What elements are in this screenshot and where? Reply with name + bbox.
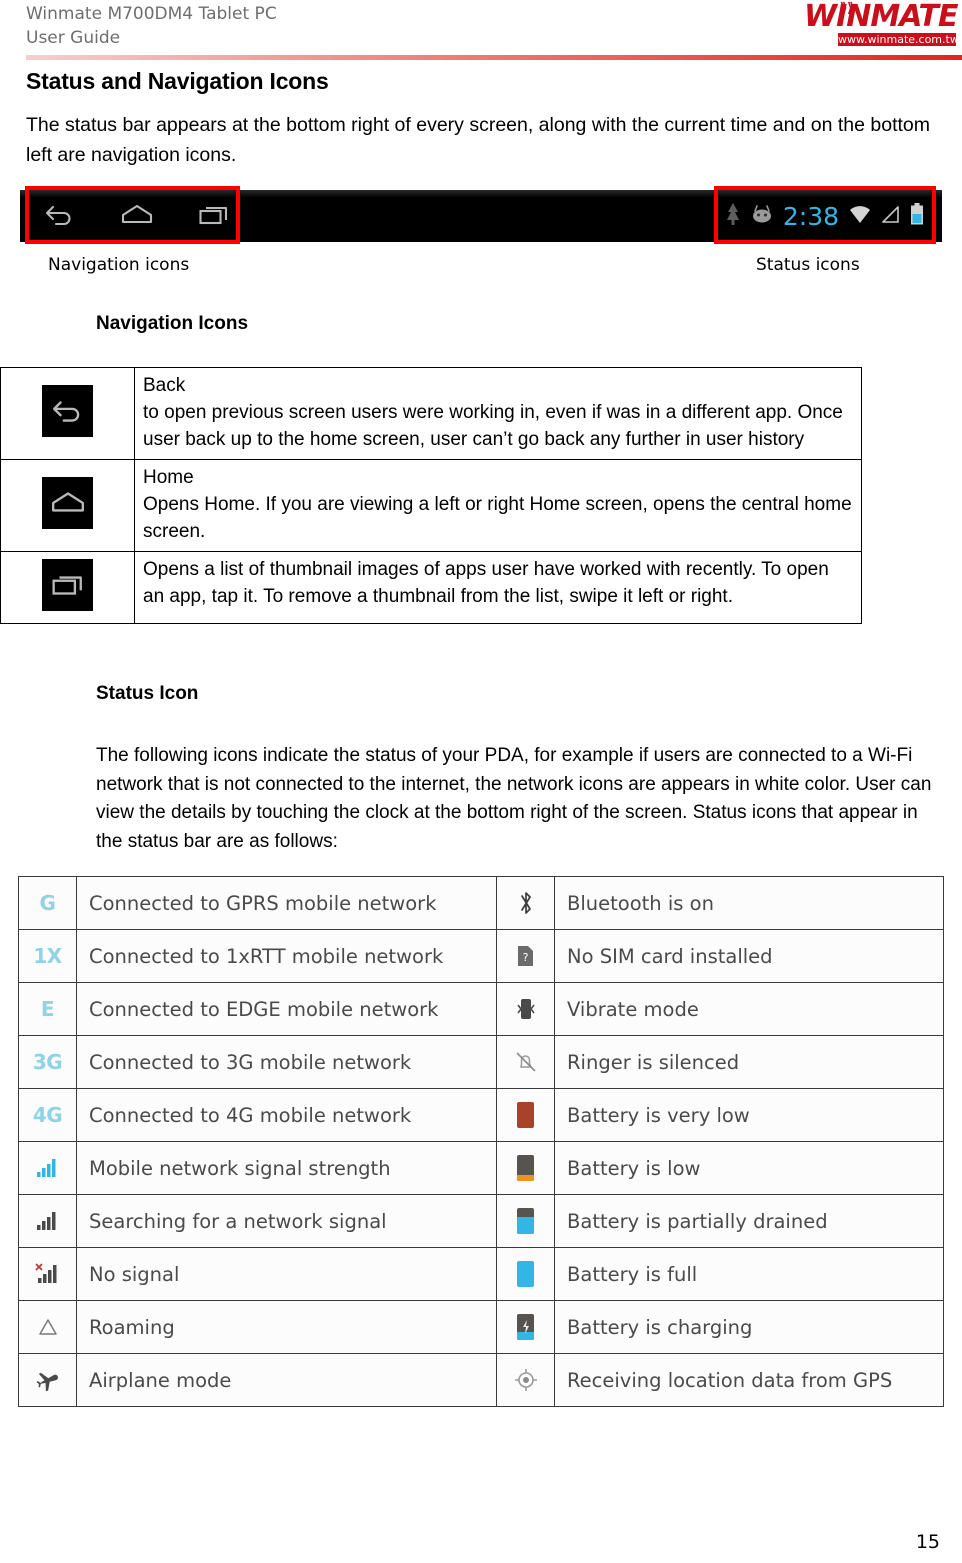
battery-partially-drained-icon xyxy=(496,1194,555,1248)
nav-row-title: Back xyxy=(143,375,186,396)
status-row-left-text: Mobile network signal strength xyxy=(76,1141,497,1195)
airplane-mode-icon xyxy=(18,1353,77,1407)
status-row-left-text: Roaming xyxy=(76,1300,497,1354)
header-divider xyxy=(26,55,962,60)
edge-network-icon-label: E xyxy=(40,997,55,1021)
status-row-right-text: Receiving location data from GPS xyxy=(554,1353,944,1407)
battery-charging-icon xyxy=(496,1300,555,1354)
nav-row-title: Home xyxy=(143,467,194,488)
roaming-icon xyxy=(18,1300,77,1354)
status-row-left-text: Searching for a network signal xyxy=(76,1194,497,1248)
status-row-left-text: Connected to GPRS mobile network xyxy=(76,876,497,930)
table-row: Back to open previous screen users were … xyxy=(0,367,862,460)
status-row-right-text: No SIM card installed xyxy=(554,929,944,983)
status-row-left-text: Connected to 3G mobile network xyxy=(76,1035,497,1089)
nav-row-desc: Opens Home. If you are viewing a left or… xyxy=(143,494,852,542)
winmate-logo: ⟫⟫ WINMATE www.winmate.com.tw xyxy=(804,0,959,54)
caption-status-icons: Status icons xyxy=(756,255,860,275)
android-status-bar-figure: 2:38 xyxy=(20,186,942,244)
nav-row-icon-cell xyxy=(0,551,135,624)
table-row: Mobile network signal strength Battery i… xyxy=(18,1141,944,1195)
no-signal-icon xyxy=(18,1247,77,1301)
table-row: Roaming Battery is charging xyxy=(18,1300,944,1354)
page-header: Winmate M700DM4 Tablet PC User Guide ⟫⟫ … xyxy=(0,0,962,60)
status-icon-heading: Status Icon xyxy=(96,683,199,704)
4g-network-icon: 4G xyxy=(18,1088,77,1142)
3g-network-icon: 3G xyxy=(18,1035,77,1089)
recents-icon xyxy=(42,559,93,611)
battery-low-icon xyxy=(496,1141,555,1195)
table-row: 4G Connected to 4G mobile network Batter… xyxy=(18,1088,944,1142)
table-row: 1X Connected to 1xRTT mobile network ? N… xyxy=(18,929,944,983)
caption-navigation-icons: Navigation icons xyxy=(48,255,190,275)
table-row: No signal Battery is full xyxy=(18,1247,944,1301)
status-row-left-text: No signal xyxy=(76,1247,497,1301)
page-title: Status and Navigation Icons xyxy=(26,68,329,94)
document-title-line1: Winmate M700DM4 Tablet PC xyxy=(26,4,277,24)
table-row: 3G Connected to 3G mobile network Ringer… xyxy=(18,1035,944,1089)
status-row-left-text: Connected to EDGE mobile network xyxy=(76,982,497,1036)
nav-row-desc: Opens a list of thumbnail images of apps… xyxy=(143,559,829,607)
table-row: G Connected to GPRS mobile network Bluet… xyxy=(18,876,944,930)
status-row-right-text: Bluetooth is on xyxy=(554,876,944,930)
4g-network-icon-label: 4G xyxy=(32,1103,63,1127)
status-row-right-text: Battery is charging xyxy=(554,1300,944,1354)
status-row-left-text: Connected to 4G mobile network xyxy=(76,1088,497,1142)
nav-row-description-cell: Back to open previous screen users were … xyxy=(134,367,862,460)
ringer-silenced-icon xyxy=(496,1035,555,1089)
table-row: Home Opens Home. If you are viewing a le… xyxy=(0,459,862,552)
status-icons-table: G Connected to GPRS mobile network Bluet… xyxy=(18,876,944,1407)
status-icon-paragraph: The following icons indicate the status … xyxy=(96,745,932,852)
nav-row-icon-cell xyxy=(0,367,135,460)
gprs-network-icon: G xyxy=(18,876,77,930)
nav-row-desc: to open previous screen users were worki… xyxy=(143,402,843,450)
gps-icon xyxy=(496,1353,555,1407)
battery-full-icon xyxy=(496,1247,555,1301)
signal-strength-icon xyxy=(18,1141,77,1195)
status-row-right-text: Battery is full xyxy=(554,1247,944,1301)
logo-wordmark: WINMATE xyxy=(804,0,959,34)
bluetooth-icon xyxy=(496,876,555,930)
status-row-right-text: Vibrate mode xyxy=(554,982,944,1036)
1xrtt-network-icon-label: 1X xyxy=(33,944,62,968)
logo-url: www.winmate.com.tw xyxy=(838,33,959,46)
page-number: 15 xyxy=(915,1531,940,1553)
nav-row-description-cell: Opens a list of thumbnail images of apps… xyxy=(134,551,862,624)
navigation-icons-table: Back to open previous screen users were … xyxy=(0,367,862,624)
table-row: Opens a list of thumbnail images of apps… xyxy=(0,551,862,624)
document-title: Winmate M700DM4 Tablet PC User Guide xyxy=(26,2,277,50)
navigation-icons-heading: Navigation Icons xyxy=(96,313,249,334)
navigation-icons-highlight xyxy=(25,186,240,244)
table-row: Searching for a network signal Battery i… xyxy=(18,1194,944,1248)
intro-paragraph: The status bar appears at the bottom rig… xyxy=(26,114,930,166)
back-icon xyxy=(42,385,93,437)
battery-very-low-icon xyxy=(496,1088,555,1142)
table-row: E Connected to EDGE mobile network Vibra… xyxy=(18,982,944,1036)
svg-text:?: ? xyxy=(523,951,529,964)
status-row-right-text: Battery is very low xyxy=(554,1088,944,1142)
vibrate-icon xyxy=(496,982,555,1036)
home-icon xyxy=(42,477,93,529)
status-row-right-text: Battery is low xyxy=(554,1141,944,1195)
nav-row-icon-cell xyxy=(0,459,135,552)
status-row-left-text: Connected to 1xRTT mobile network xyxy=(76,929,497,983)
logo-antenna-icon: ⟫⟫ xyxy=(840,0,855,15)
status-icons-highlight xyxy=(714,186,936,244)
document-title-line2: User Guide xyxy=(26,28,121,48)
edge-network-icon: E xyxy=(18,982,77,1036)
searching-signal-icon xyxy=(18,1194,77,1248)
status-row-right-text: Ringer is silenced xyxy=(554,1035,944,1089)
no-sim-card-icon: ? xyxy=(496,929,555,983)
table-row: Airplane mode Receiving location data fr… xyxy=(18,1353,944,1407)
1xrtt-network-icon: 1X xyxy=(18,929,77,983)
gprs-network-icon-label: G xyxy=(39,891,56,915)
status-row-left-text: Airplane mode xyxy=(76,1353,497,1407)
nav-row-description-cell: Home Opens Home. If you are viewing a le… xyxy=(134,459,862,552)
status-row-right-text: Battery is partially drained xyxy=(554,1194,944,1248)
3g-network-icon-label: 3G xyxy=(32,1050,63,1074)
